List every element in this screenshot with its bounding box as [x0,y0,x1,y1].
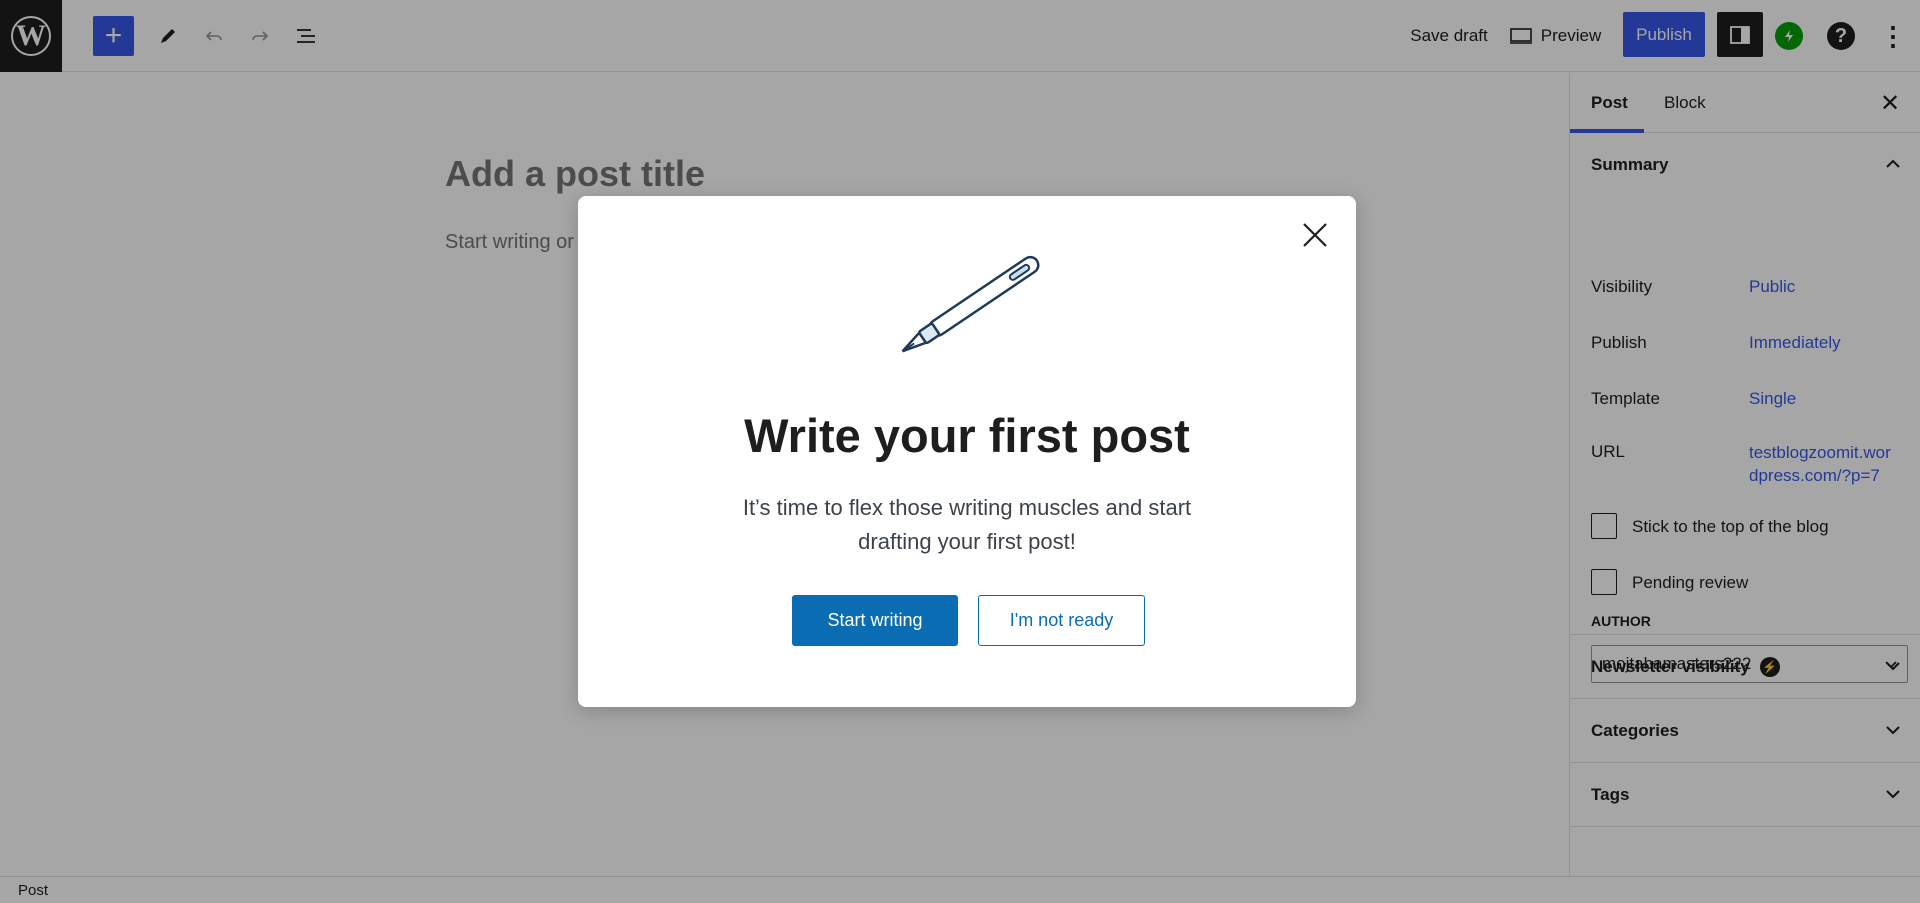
modal-description: It’s time to flex those writing muscles … [742,495,1192,554]
not-ready-button[interactable]: I'm not ready [978,595,1145,646]
modal-close-button[interactable] [1296,216,1334,254]
fountain-pen-icon [901,255,1040,353]
not-ready-label: I'm not ready [1009,610,1114,630]
start-writing-label: Start writing [827,610,923,630]
first-post-modal: Write your first post It’s time to flex … [578,196,1356,707]
modal-title: Write your first post [744,409,1190,462]
start-writing-button[interactable]: Start writing [792,595,958,646]
close-icon [1303,223,1327,247]
